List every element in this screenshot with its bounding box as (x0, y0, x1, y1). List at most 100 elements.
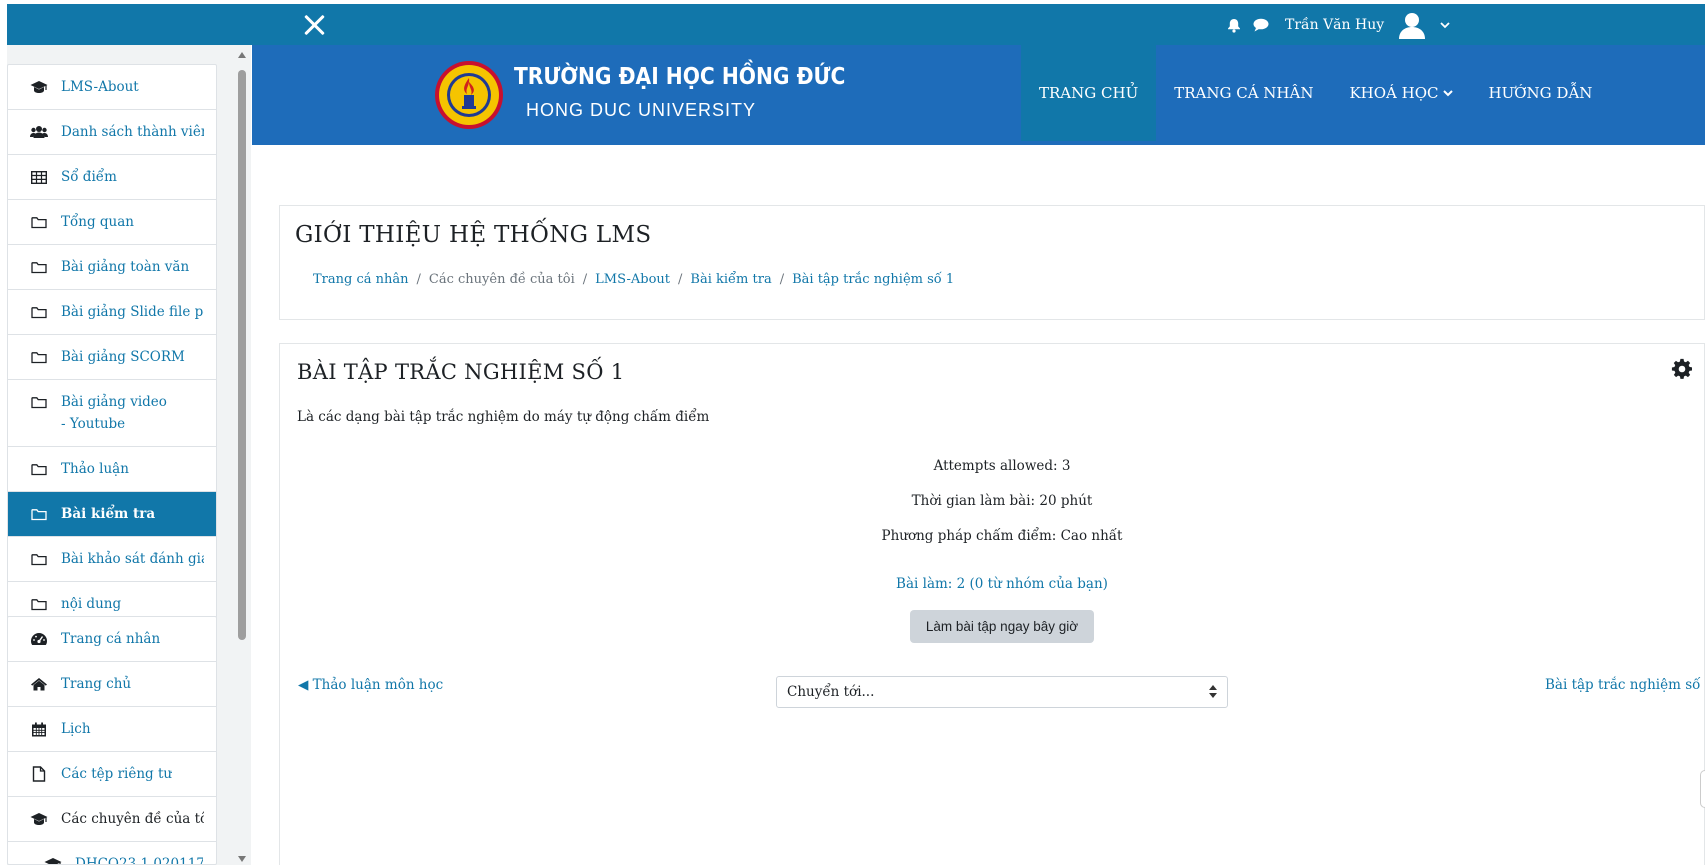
breadcrumb-separator: / (779, 272, 785, 287)
table-icon (30, 166, 48, 188)
sidebar-item-scorm[interactable]: Bài giảng SCORM (8, 335, 216, 380)
sidebar-item-quiz[interactable]: Bài kiểm tra (8, 492, 216, 537)
jump-to-select[interactable]: Chuyển tới... (776, 676, 1228, 708)
sidebar-item-label: LMS-About (61, 79, 139, 95)
folder-icon (30, 548, 48, 570)
sidebar-item-dashboard[interactable]: Trang cá nhân (8, 617, 216, 662)
breadcrumb-separator: / (678, 272, 683, 287)
sidebar-item-calendar[interactable]: Lịch (8, 707, 216, 752)
university-logo[interactable] (434, 60, 504, 130)
graduation-cap-icon (30, 808, 48, 830)
sidebar-item-label: Lịch (61, 721, 91, 737)
time-limit: Thời gian làm bài: 20 phút (911, 493, 1093, 509)
breadcrumb-course[interactable]: LMS-About (595, 272, 670, 287)
breadcrumb-section[interactable]: Bài kiểm tra (690, 272, 771, 287)
sidebar-item-label: Các tệp riêng tư (61, 766, 173, 782)
sidebar-item-survey[interactable]: Bài khảo sát đánh giá (8, 537, 216, 582)
sidebar-item-my-courses[interactable]: Các chuyên đề của tôi (8, 797, 216, 842)
breadcrumb-my-courses: Các chuyên đề của tôi (428, 272, 575, 287)
brand-subtitle: HONG DUC UNIVERSITY (526, 100, 757, 120)
main-navigation: TRANG CHỦ TRANG CÁ NHÂN KHOÁ HỌC HƯỚNG D… (1021, 45, 1610, 141)
sidebar-item-slide-pdf[interactable]: Bài giảng Slide file pdf (8, 290, 216, 335)
sidebar-item-label: Bài giảng toàn văn (61, 259, 190, 275)
nav-profile[interactable]: TRANG CÁ NHÂN (1156, 45, 1331, 141)
sidebar-item-label: Tổng quan (61, 214, 134, 230)
brand-title: TRƯỜNG ĐẠI HỌC HỒNG ĐỨC (514, 64, 846, 90)
breadcrumb-separator: / (416, 272, 421, 287)
quiz-title: BÀI TẬP TRẮC NGHIỆM SỐ 1 (297, 360, 625, 384)
sidebar-item-home[interactable]: Trang chủ (8, 662, 216, 707)
sidebar-item-lms-about[interactable]: LMS-About (8, 65, 216, 110)
sidebar-item-course-dhcq[interactable]: DHCQ23.1.020117200 (8, 842, 216, 865)
folder-icon (30, 458, 48, 480)
nav-label: TRANG CÁ NHÂN (1174, 84, 1314, 102)
sidebar-item-participants[interactable]: Danh sách thành viên (8, 110, 216, 155)
sidebar-item-label: Bài kiểm tra (61, 506, 156, 522)
folder-icon (30, 346, 48, 368)
folder-icon (30, 503, 48, 525)
nav-label: TRANG CHỦ (1039, 84, 1139, 102)
attempts-link[interactable]: Bài làm: 2 (0 từ nhóm của bạn) (850, 576, 1154, 592)
previous-activity-link[interactable]: ◀ Thảo luận môn học (298, 677, 443, 693)
chat-icon[interactable] (1253, 18, 1269, 32)
jump-to-value: Chuyển tới... (787, 684, 875, 700)
site-navigation: Trang cá nhân Trang chủ Lịch Các tệp riê… (7, 616, 217, 865)
course-navigation: LMS-About Danh sách thành viên Sổ điểm T… (7, 64, 217, 627)
quiz-description: Là các dạng bài tập trắc nghiệm do máy t… (297, 409, 710, 425)
graduation-cap-icon (30, 76, 48, 98)
sidebar-item-label: nội dung (61, 596, 122, 612)
nav-label: HƯỚNG DẪN (1488, 84, 1593, 102)
close-icon[interactable] (297, 8, 331, 42)
attempts-allowed: Attempts allowed: 3 (933, 458, 1071, 474)
folder-icon (30, 391, 48, 413)
breadcrumb-separator: / (582, 272, 588, 287)
sidebar-item-grades[interactable]: Sổ điểm (8, 155, 216, 200)
breadcrumb: Trang cá nhân / Các chuyên đề của tôi / … (313, 272, 954, 287)
folder-icon (30, 301, 48, 323)
gear-icon[interactable] (1671, 358, 1693, 380)
nav-help[interactable]: HƯỚNG DẪN (1471, 45, 1611, 141)
sidebar-item-label: Sổ điểm (61, 169, 117, 185)
start-attempt-button[interactable]: Làm bài tập ngay bây giờ (910, 610, 1094, 643)
floating-edge-button[interactable] (1700, 770, 1705, 808)
chevron-down-icon[interactable] (1440, 21, 1450, 29)
sidebar-item-full-lectures[interactable]: Bài giảng toàn văn (8, 245, 216, 290)
sidebar-item-label: Các chuyên đề của tôi (61, 811, 204, 827)
next-activity-link[interactable]: Bài tập trắc nghiệm số 2 ▶ (1545, 677, 1705, 693)
sidebar-item-private-files[interactable]: Các tệp riêng tư (8, 752, 216, 797)
sidebar-item-label: Danh sách thành viên (61, 124, 204, 140)
sidebar-item-label: Trang cá nhân (61, 631, 161, 647)
sidebar-item-video-youtube[interactable]: Bài giảng video - Youtube (8, 380, 216, 447)
graduation-cap-icon (44, 853, 62, 864)
folder-icon (30, 256, 48, 278)
calendar-icon (30, 718, 48, 740)
user-avatar-icon[interactable] (1396, 9, 1428, 41)
home-icon (30, 673, 48, 695)
breadcrumb-dashboard[interactable]: Trang cá nhân (313, 272, 409, 287)
breadcrumb-quiz[interactable]: Bài tập trắc nghiệm số 1 (792, 272, 954, 287)
sidebar-item-label: Trang chủ (61, 676, 132, 692)
nav-home[interactable]: TRANG CHỦ (1021, 45, 1157, 141)
sidebar-item-label: Bài giảng SCORM (61, 349, 185, 365)
sidebar-item-label: DHCQ23.1.020117200 (75, 856, 203, 865)
scroll-up-arrow-icon[interactable] (238, 52, 246, 58)
sidebar-item-discussion[interactable]: Thảo luận (8, 447, 216, 492)
nav-courses[interactable]: KHOÁ HỌC (1331, 45, 1470, 141)
sidebar-item-label: Thảo luận (61, 461, 129, 477)
select-arrows-icon (1209, 685, 1217, 699)
user-name[interactable]: Trần Văn Huy (1285, 17, 1384, 33)
folder-icon (30, 593, 48, 615)
grading-method: Phương pháp chấm điểm: Cao nhất (881, 528, 1123, 544)
users-icon (30, 121, 48, 143)
sidebar-item-label: Bài giảng video - Youtube (61, 394, 167, 432)
dashboard-icon (30, 628, 48, 650)
nav-label: KHOÁ HỌC (1349, 84, 1439, 102)
chevron-down-icon (1442, 87, 1453, 100)
sidebar-item-overview[interactable]: Tổng quan (8, 200, 216, 245)
user-menu: Trần Văn Huy (1227, 9, 1450, 41)
bell-icon[interactable] (1227, 18, 1241, 33)
sidebar-item-label: Bài giảng Slide file pdf (61, 304, 204, 320)
sidebar-item-label: Bài khảo sát đánh giá (61, 551, 204, 567)
scroll-down-arrow-icon[interactable] (238, 856, 246, 862)
sidebar-scroll-thumb[interactable] (238, 70, 246, 640)
